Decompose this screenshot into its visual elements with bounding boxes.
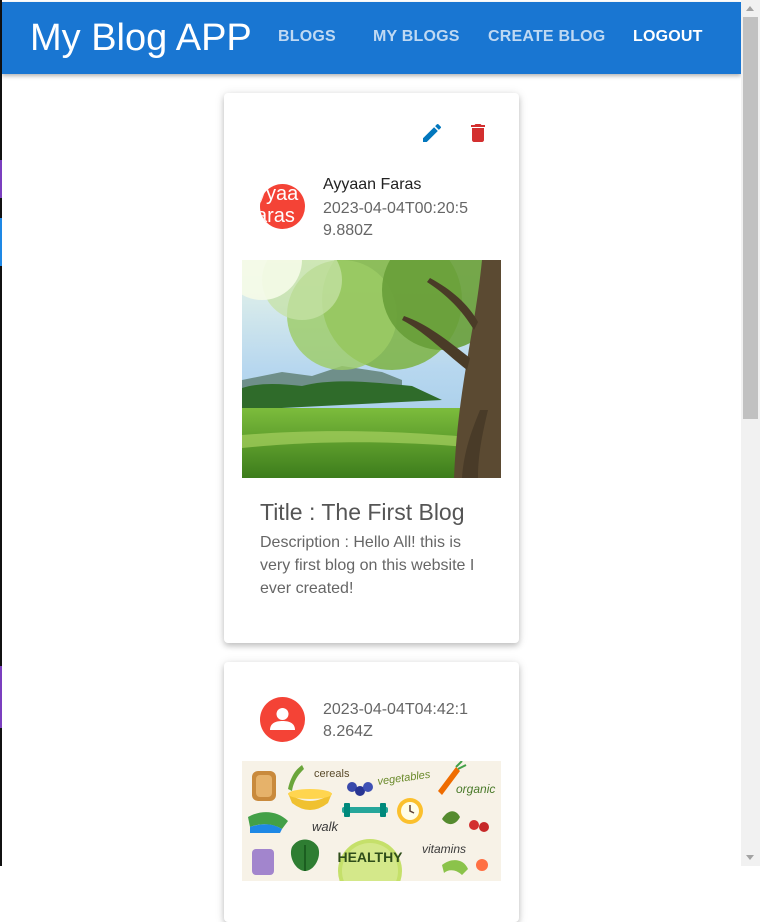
app-brand[interactable]: My Blog APP	[30, 16, 252, 60]
blog-description: Description : Hello All! this is very fi…	[260, 534, 475, 597]
food-word-healthy: HEALTHY	[337, 849, 403, 865]
avatar-initials: yyaa aras	[260, 184, 299, 227]
post-date: 2023-04-04T00:20:59.880Z	[323, 200, 468, 239]
blog-card: yyaa aras Ayyaan Faras 2023-04-04T00:20:…	[224, 93, 519, 643]
delete-icon[interactable]	[466, 121, 490, 145]
post-date: 2023-04-04T04:42:18.264Z	[323, 701, 468, 740]
nav-my-blogs[interactable]: MY BLOGS	[373, 28, 460, 46]
scroll-down-arrow[interactable]	[741, 849, 760, 866]
blog-title: Title : The First Blog	[260, 499, 465, 525]
food-word-walk: walk	[312, 819, 340, 834]
blog-image-healthy-food: cereals vegetables organic walk HEALTHY …	[242, 761, 501, 881]
blog-image-tree-landscape	[242, 260, 501, 478]
food-word-vitamins: vitamins	[422, 842, 466, 856]
author-avatar	[260, 697, 305, 742]
nav-blogs[interactable]: BLOGS	[278, 28, 336, 46]
nav-create-blog[interactable]: CREATE BLOG	[488, 28, 605, 46]
author-avatar: yyaa aras	[260, 184, 305, 229]
page-scrollbar[interactable]	[741, 0, 760, 866]
nav-logout[interactable]: LOGOUT	[633, 28, 703, 46]
edit-icon[interactable]	[420, 121, 444, 145]
food-word-cereals: cereals	[314, 768, 350, 780]
app-bar: My Blog APP BLOGS MY BLOGS CREATE BLOG L…	[2, 2, 741, 74]
author-name: Ayyaan Faras	[323, 176, 422, 193]
scrollbar-thumb[interactable]	[743, 17, 758, 419]
left-window-edge	[0, 0, 2, 866]
blog-card: 2023-04-04T04:42:18.264Z cereals vegetab…	[224, 662, 519, 922]
food-word-organic: organic	[456, 782, 495, 796]
scroll-up-arrow[interactable]	[741, 0, 760, 17]
person-icon	[270, 708, 295, 730]
